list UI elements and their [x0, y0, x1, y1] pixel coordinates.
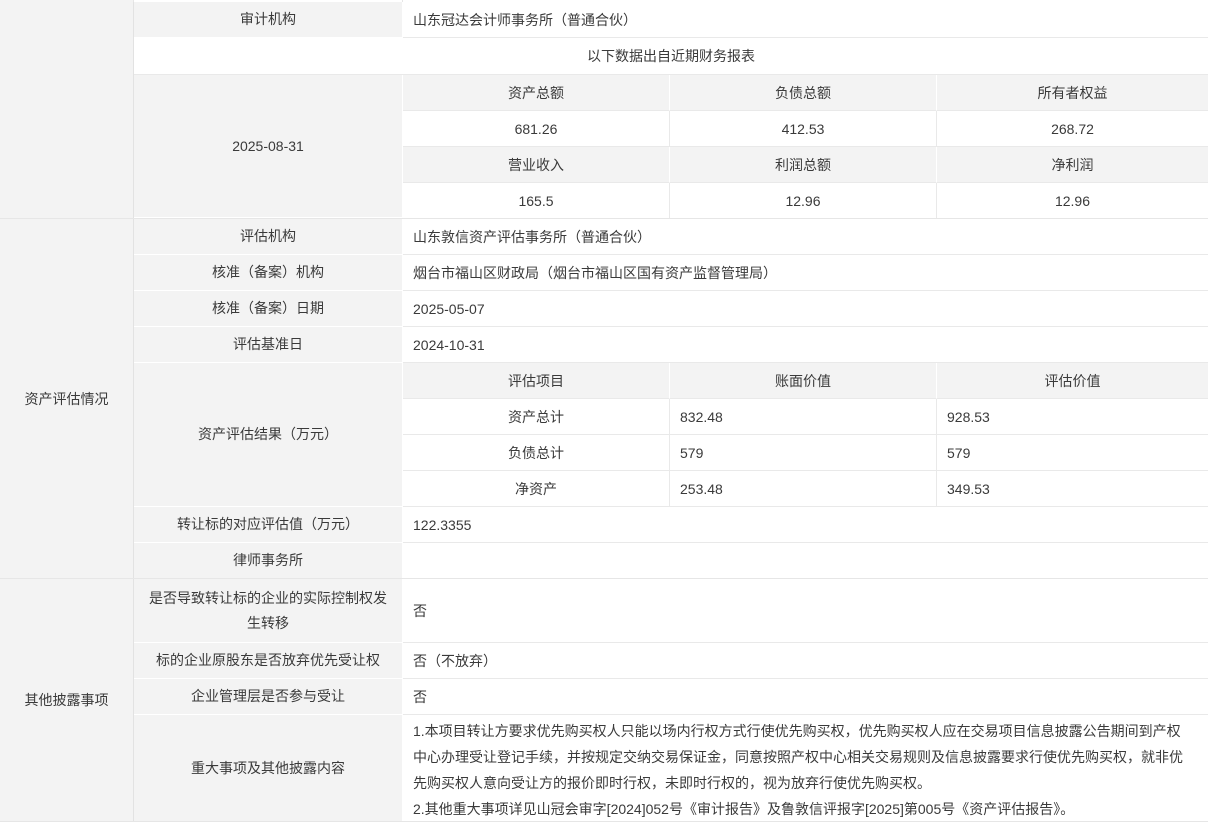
field-value-eval-agency: 山东敦信资产评估事务所（普通合伙） [403, 219, 1208, 255]
financial-header-row-1: 资产总额 负债总额 所有者权益 [403, 75, 1208, 111]
value-cell-owner-equity: 268.72 [937, 111, 1208, 147]
base-date-row: 评估基准日 2024-10-31 [134, 327, 1208, 363]
value-cell-total-liabilities: 412.53 [670, 111, 937, 147]
financial-table: 资产总额 负债总额 所有者权益 681.26 412.53 268.72 营业收… [403, 75, 1208, 218]
eval-table-row-assets: 资产总计 832.48 928.53 [403, 399, 1208, 435]
management-row: 企业管理层是否参与受让 否 [134, 679, 1208, 715]
financial-date-label: 2025-08-31 [134, 75, 403, 218]
header-cell-revenue: 营业收入 [403, 147, 670, 183]
section-audit-financial: 审计机构 山东冠达会计师事务所（普通合伙） 以下数据出自近期财务报表 2025-… [0, 2, 1208, 219]
book-cell-total-assets: 832.48 [670, 399, 937, 435]
audit-org-row: 审计机构 山东冠达会计师事务所（普通合伙） [134, 2, 1208, 38]
major-disclosure-line-2: 2.其他重大事项详见山冠会审字[2024]052号《审计报告》及鲁敦信评报字[2… [413, 796, 1193, 821]
header-cell-total-liabilities: 负债总额 [670, 75, 937, 111]
value-cell-total-assets: 681.26 [403, 111, 670, 147]
header-cell-total-profit: 利润总额 [670, 147, 937, 183]
financial-note-text: 以下数据出自近期财务报表 [134, 38, 1208, 75]
book-cell-total-liabilities: 579 [670, 435, 937, 471]
sidebar-label-asset-evaluation: 资产评估情况 [0, 219, 134, 578]
law-firm-row: 律师事务所 [134, 543, 1208, 578]
header-cell-total-assets: 资产总额 [403, 75, 670, 111]
book-cell-net-assets: 253.48 [670, 471, 937, 507]
field-value-audit-org: 山东冠达会计师事务所（普通合伙） [403, 2, 1208, 38]
item-cell-total-assets: 资产总计 [403, 399, 670, 435]
financial-snapshot-row: 2025-08-31 资产总额 负债总额 所有者权益 681.26 412.53… [134, 75, 1208, 218]
eval-result-row: 资产评估结果（万元） 评估项目 账面价值 评估价值 资产总计 832.48 92… [134, 363, 1208, 507]
field-value-transfer-value: 122.3355 [403, 507, 1208, 543]
header-cell-assessed-value: 评估价值 [937, 363, 1208, 399]
field-label-control-transfer: 是否导致转让标的企业的实际控制权发生转移 [134, 579, 403, 643]
section-other-disclosure: 其他披露事项 是否导致转让标的企业的实际控制权发生转移 否 标的企业原股东是否放… [0, 579, 1208, 822]
sidebar-cell-empty [0, 2, 134, 218]
field-label-waiver: 标的企业原股东是否放弃优先受让权 [134, 643, 403, 679]
eval-table-header-row: 评估项目 账面价值 评估价值 [403, 363, 1208, 399]
disclosure-table-page: 审计机构 山东冠达会计师事务所（普通合伙） 以下数据出自近期财务报表 2025-… [0, 0, 1208, 827]
field-value-waiver: 否（不放弃） [403, 643, 1208, 679]
eval-table-row-net-assets: 净资产 253.48 349.53 [403, 471, 1208, 507]
field-value-law-firm [403, 543, 1208, 578]
header-cell-eval-item: 评估项目 [403, 363, 670, 399]
waiver-row: 标的企业原股东是否放弃优先受让权 否（不放弃） [134, 643, 1208, 679]
item-cell-total-liabilities: 负债总计 [403, 435, 670, 471]
financial-header-row-2: 营业收入 利润总额 净利润 [403, 147, 1208, 183]
assessed-cell-total-assets: 928.53 [937, 399, 1208, 435]
section-asset-evaluation: 资产评估情况 评估机构 山东敦信资产评估事务所（普通合伙） 核准（备案）机构 烟… [0, 219, 1208, 579]
eval-result-table: 评估项目 账面价值 评估价值 资产总计 832.48 928.53 负债总计 5… [403, 363, 1208, 507]
transfer-value-row: 转让标的对应评估值（万元） 122.3355 [134, 507, 1208, 543]
field-label-audit-org: 审计机构 [134, 2, 403, 38]
field-label-management: 企业管理层是否参与受让 [134, 679, 403, 715]
value-cell-revenue: 165.5 [403, 183, 670, 218]
control-transfer-row: 是否导致转让标的企业的实际控制权发生转移 否 [134, 579, 1208, 643]
field-value-management: 否 [403, 679, 1208, 715]
field-value-control-transfer: 否 [403, 579, 1208, 643]
header-cell-owner-equity: 所有者权益 [937, 75, 1208, 111]
sidebar-label-other-disclosure: 其他披露事项 [0, 579, 134, 821]
assessed-cell-net-assets: 349.53 [937, 471, 1208, 507]
field-label-eval-result: 资产评估结果（万元） [134, 363, 403, 507]
eval-agency-row: 评估机构 山东敦信资产评估事务所（普通合伙） [134, 219, 1208, 255]
assessed-cell-total-liabilities: 579 [937, 435, 1208, 471]
field-value-approve-org: 烟台市福山区财政局（烟台市福山区国有资产监督管理局） [403, 255, 1208, 291]
approve-date-row: 核准（备案）日期 2025-05-07 [134, 291, 1208, 327]
field-label-approve-date: 核准（备案）日期 [134, 291, 403, 327]
financial-value-row-1: 681.26 412.53 268.72 [403, 111, 1208, 147]
field-label-eval-agency: 评估机构 [134, 219, 403, 255]
bottom-strip [0, 822, 1208, 827]
value-cell-net-profit: 12.96 [937, 183, 1208, 218]
financial-value-row-2: 165.5 12.96 12.96 [403, 183, 1208, 218]
eval-table-row-liabilities: 负债总计 579 579 [403, 435, 1208, 471]
approve-org-row: 核准（备案）机构 烟台市福山区财政局（烟台市福山区国有资产监督管理局） [134, 255, 1208, 291]
header-cell-net-profit: 净利润 [937, 147, 1208, 183]
header-cell-book-value: 账面价值 [670, 363, 937, 399]
field-label-base-date: 评估基准日 [134, 327, 403, 363]
field-value-approve-date: 2025-05-07 [403, 291, 1208, 327]
field-label-transfer-value: 转让标的对应评估值（万元） [134, 507, 403, 543]
field-label-law-firm: 律师事务所 [134, 543, 403, 578]
field-label-approve-org: 核准（备案）机构 [134, 255, 403, 291]
major-disclosure-line-1: 1.本项目转让方要求优先购买权人只能以场内行权方式行使优先购买权，优先购买权人应… [413, 718, 1193, 796]
value-cell-total-profit: 12.96 [670, 183, 937, 218]
field-value-base-date: 2024-10-31 [403, 327, 1208, 363]
financial-note-row: 以下数据出自近期财务报表 [134, 38, 1208, 75]
major-disclosure-row: 重大事项及其他披露内容 1.本项目转让方要求优先购买权人只能以场内行权方式行使优… [134, 715, 1208, 821]
item-cell-net-assets: 净资产 [403, 471, 670, 507]
field-label-major-disclosure: 重大事项及其他披露内容 [134, 715, 403, 821]
field-value-major-disclosure: 1.本项目转让方要求优先购买权人只能以场内行权方式行使优先购买权，优先购买权人应… [403, 715, 1208, 821]
